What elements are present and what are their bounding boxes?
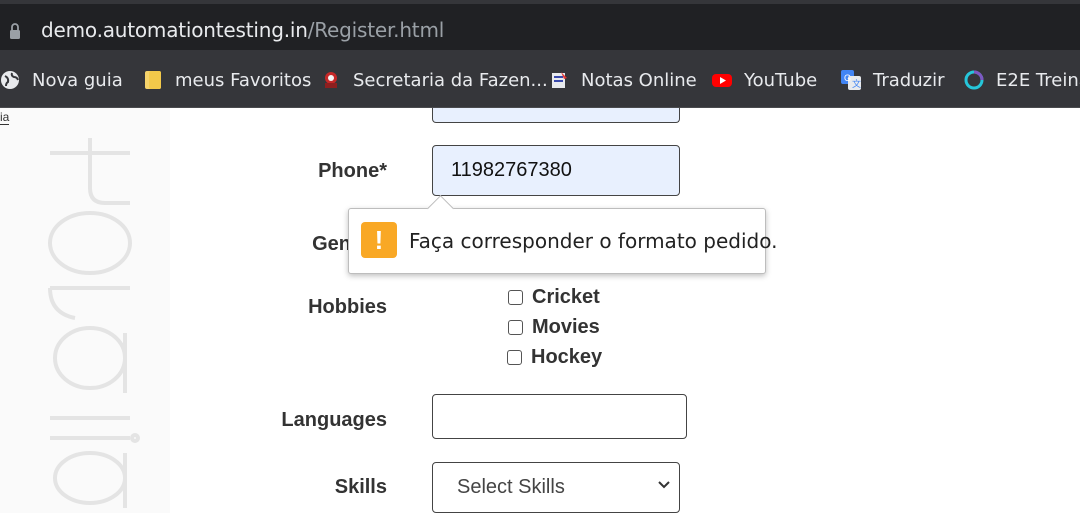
languages-label: Languages [281,409,387,431]
page-content: ia Phone* 11982767380 Gen ! Faça corresp… [0,108,1080,513]
sidebar-link[interactable]: ia [0,110,10,125]
bookmark-secretaria[interactable]: Secretaria da Fazen... [321,68,548,92]
hobbies-label: Hobbies [308,296,387,318]
e2e-icon [964,70,984,90]
tooltip-message: Faça corresponder o formato pedido. [409,229,778,253]
bookmark-meus-favoritos[interactable]: meus Favoritos [143,68,311,92]
watermark-logo [48,138,140,508]
languages-input[interactable] [432,394,687,439]
notes-icon [552,72,567,88]
checkbox[interactable] [507,350,522,365]
youtube-icon [712,74,732,87]
bookmark-e2e-treina[interactable]: E2E Treina [964,68,1080,92]
gender-label: Gen [312,233,351,255]
hobby-cricket[interactable]: Cricket [508,286,600,309]
chevron-down-icon [658,481,670,489]
lock-icon[interactable] [9,22,21,40]
phone-input[interactable]: 11982767380 [432,145,680,196]
hobby-movies[interactable]: Movies [508,316,600,339]
skills-select[interactable]: Select Skills [432,462,680,513]
warning-icon: ! [361,222,397,258]
validation-tooltip: ! Faça corresponder o formato pedido. [348,195,777,274]
bookmarks-bar: Nova guia meus Favoritos Secretaria da F… [0,55,1080,108]
svg-text:文: 文 [852,78,861,89]
bookmark-youtube[interactable]: YouTube [712,68,817,92]
folder-icon [145,71,161,89]
url-field[interactable]: demo.automationtesting.in/Register.html [0,4,1080,50]
checkbox[interactable] [508,320,523,335]
tooltip-arrow [427,195,454,222]
bookmark-notas-online[interactable]: Notas Online [549,68,697,92]
skills-label: Skills [334,476,387,498]
bookmark-nova-guia[interactable]: Nova guia [0,68,123,92]
globe-icon [1,71,19,89]
phone-label: Phone* [318,160,387,182]
previous-field[interactable] [432,108,680,123]
checkbox[interactable] [508,290,523,305]
svg-text:G: G [844,73,851,83]
left-panel: ia [0,108,170,513]
bookmark-traduzir[interactable]: G文 Traduzir [841,68,944,92]
url-text[interactable]: demo.automationtesting.in/Register.html [41,18,444,42]
coat-of-arms-icon [325,72,337,88]
hobby-hockey[interactable]: Hockey [507,346,602,369]
translate-icon: G文 [841,70,861,90]
address-bar: demo.automationtesting.in/Register.html [0,0,1080,55]
